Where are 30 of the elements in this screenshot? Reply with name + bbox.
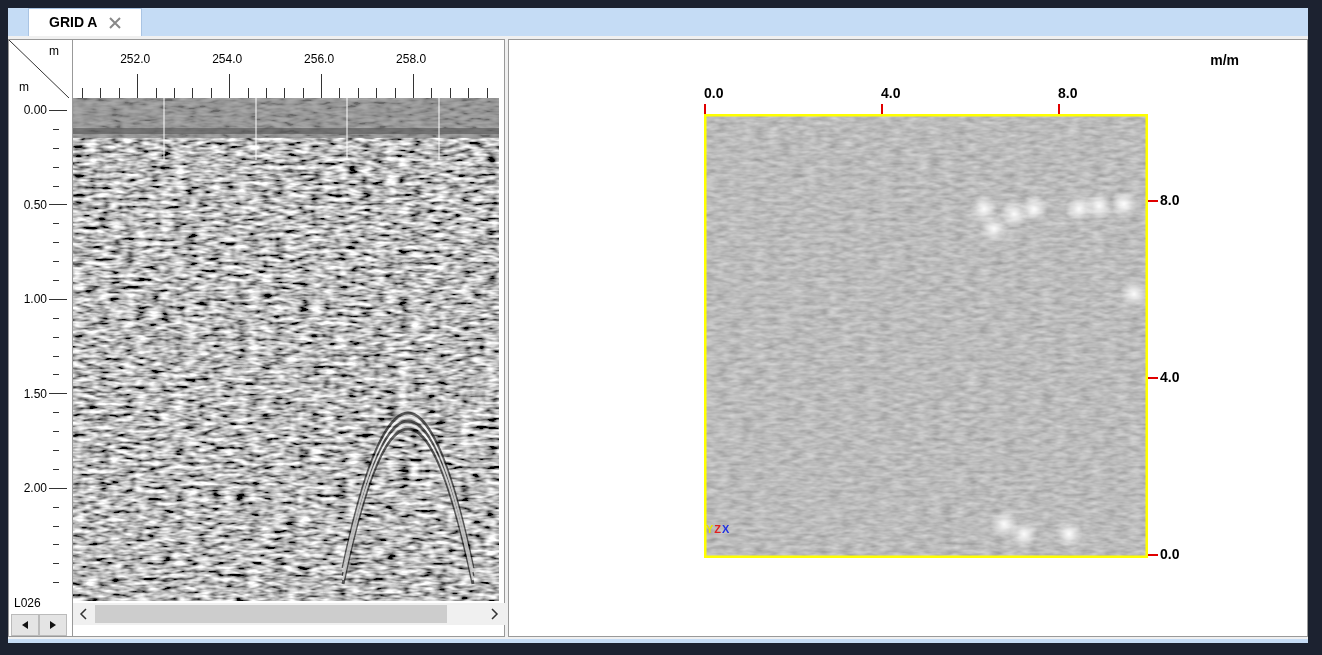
y-axis-label: 8.0 [1160,191,1180,210]
depth-label: 0.50 [23,196,47,214]
x-axis-label: 4.0 [881,84,901,103]
axis-letter: Z [714,524,722,535]
distance-label: 258.0 [396,51,427,68]
close-icon[interactable] [109,16,122,29]
distance-label: 252.0 [120,51,151,68]
depth-label: 1.00 [23,291,47,309]
tab[interactable]: GRID A [28,8,143,36]
next-button[interactable] [39,614,67,637]
distance-label: 256.0 [304,51,335,68]
x-axis-label: 8.0 [1058,84,1078,103]
depth-label: 2.00 [23,480,47,498]
x-axis-label: 0.0 [704,84,724,103]
right-triangle-icon [50,621,56,630]
y-axis-label: 0.0 [1160,545,1180,564]
left-triangle-icon [22,621,28,630]
unit-label: m/m [1210,51,1239,70]
y-axis-label: 4.0 [1160,368,1180,387]
axis-letter: Y [706,524,714,535]
axis-letter: X [722,524,730,535]
unit-label: m [49,43,59,60]
depth-label: 0.00 [23,102,47,120]
line-name: L026 [13,595,42,613]
distance-label: 254.0 [212,51,243,68]
horizontal-scrollbar[interactable] [73,603,505,625]
unit-label: m [19,79,29,96]
scrollbar-thumb[interactable] [95,605,447,623]
depth-label: 1.50 [23,385,47,403]
previous-button[interactable] [11,614,39,637]
